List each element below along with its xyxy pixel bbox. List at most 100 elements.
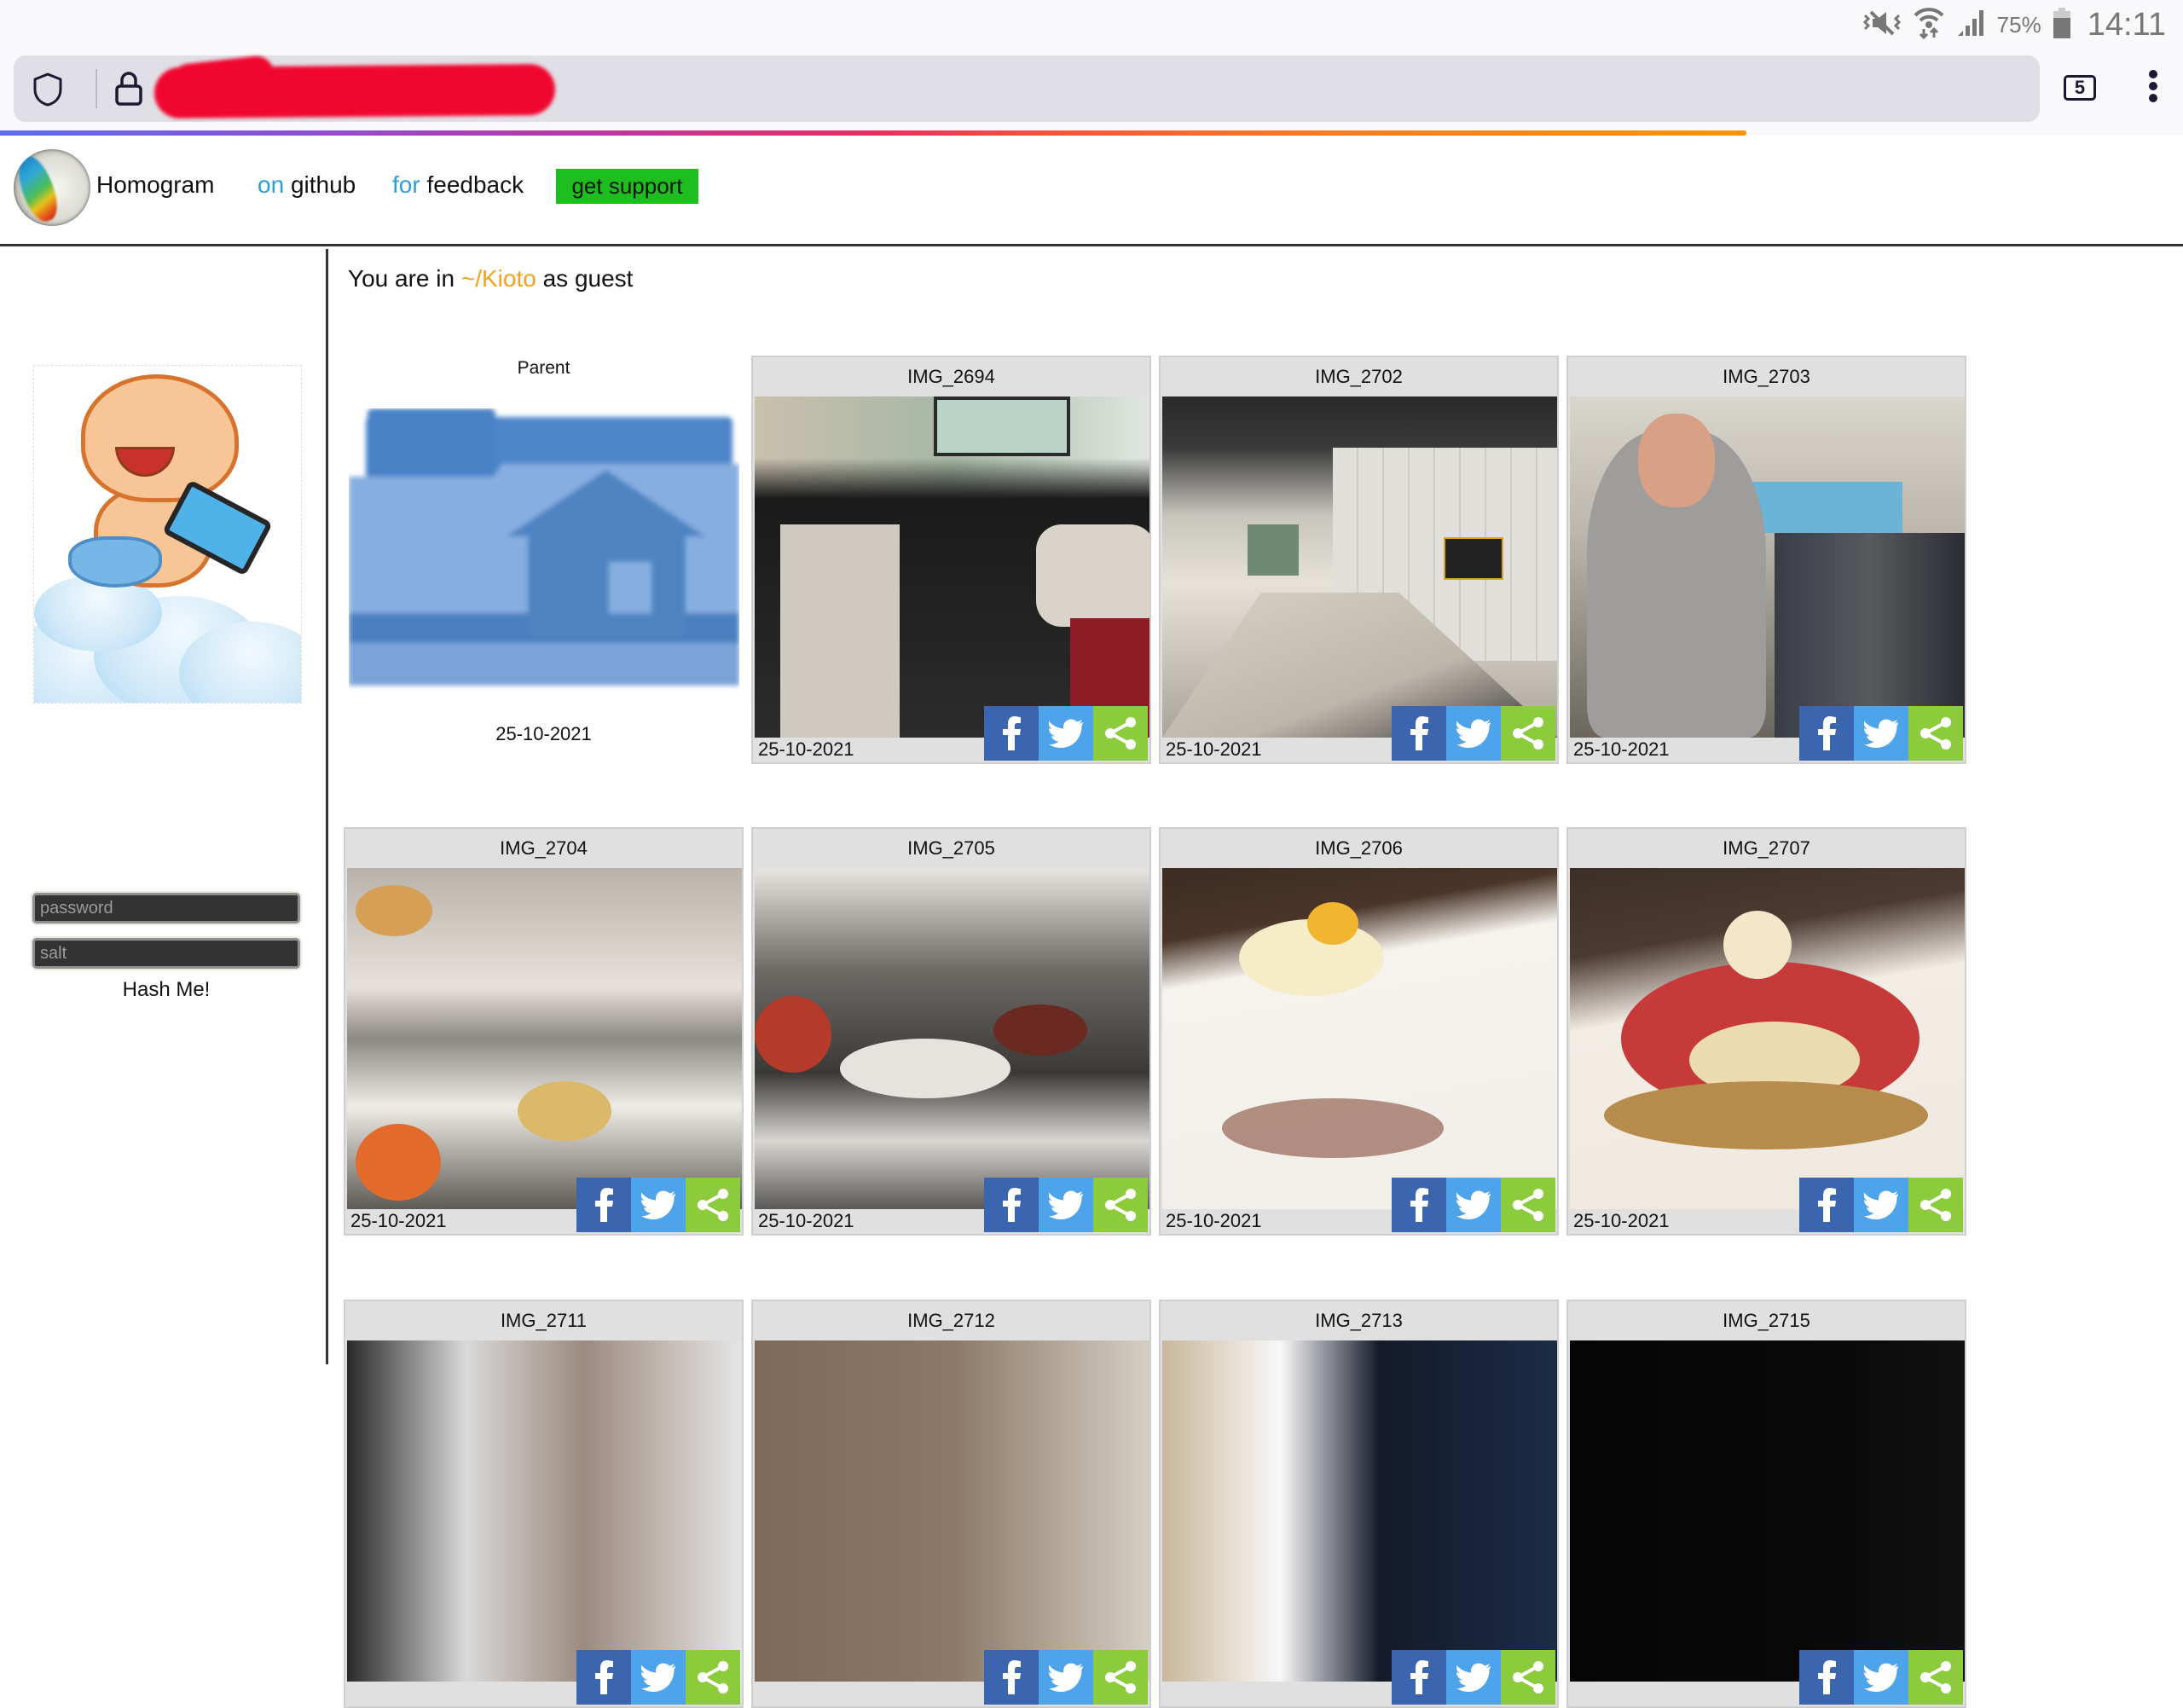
image-thumbnail[interactable] bbox=[755, 397, 1149, 738]
share-icon bbox=[1513, 1661, 1543, 1694]
facebook-share-button[interactable] bbox=[984, 706, 1039, 761]
facebook-share-button[interactable] bbox=[984, 1650, 1039, 1705]
image-tile-img-2712[interactable]: IMG_2712 bbox=[751, 1300, 1151, 1708]
image-tile-img-2713[interactable]: IMG_2713 bbox=[1159, 1300, 1559, 1708]
site-header: Homogram on github for feedback get supp… bbox=[0, 136, 2183, 246]
generic-share-button[interactable] bbox=[686, 1650, 740, 1705]
generic-share-button[interactable] bbox=[1501, 706, 1555, 761]
facebook-share-button[interactable] bbox=[1392, 706, 1446, 761]
image-thumbnail[interactable] bbox=[347, 1340, 742, 1682]
twitter-share-button[interactable] bbox=[1039, 706, 1093, 761]
share-icon bbox=[1513, 717, 1543, 750]
twitter-share-button[interactable] bbox=[1854, 706, 1908, 761]
homogram-logo[interactable] bbox=[14, 149, 90, 226]
generic-share-button[interactable] bbox=[1501, 1650, 1555, 1705]
url-separator bbox=[96, 69, 97, 108]
image-tile-img-2694[interactable]: IMG_2694 25-10-2021 bbox=[751, 356, 1151, 764]
shield-icon[interactable] bbox=[32, 72, 63, 107]
github-link-prefix: on bbox=[258, 171, 285, 198]
facebook-share-button[interactable] bbox=[576, 1650, 631, 1705]
image-tile-img-2705[interactable]: IMG_2705 25-10-2021 bbox=[751, 827, 1151, 1236]
vibrate-off-icon bbox=[1862, 9, 1902, 42]
image-thumbnail[interactable] bbox=[1162, 397, 1557, 738]
lock-icon[interactable] bbox=[114, 71, 143, 107]
feedback-link[interactable]: for feedback bbox=[392, 171, 524, 199]
password-input[interactable] bbox=[32, 893, 300, 923]
facebook-share-button[interactable] bbox=[1799, 1178, 1854, 1232]
facebook-share-button[interactable] bbox=[1799, 1650, 1854, 1705]
facebook-share-button[interactable] bbox=[576, 1178, 631, 1232]
generic-share-button[interactable] bbox=[1501, 1178, 1555, 1232]
generic-share-button[interactable] bbox=[686, 1178, 740, 1232]
salt-input[interactable] bbox=[32, 938, 300, 969]
generic-share-button[interactable] bbox=[1908, 1178, 1963, 1232]
tab-count-button[interactable]: 5 bbox=[2064, 75, 2096, 101]
home-folder-icon[interactable] bbox=[349, 408, 739, 709]
twitter-icon bbox=[1456, 1190, 1491, 1219]
facebook-share-button[interactable] bbox=[1799, 706, 1854, 761]
share-icon bbox=[1920, 717, 1951, 750]
image-thumbnail[interactable] bbox=[347, 868, 742, 1209]
image-thumbnail[interactable] bbox=[1162, 1340, 1557, 1682]
facebook-share-button[interactable] bbox=[984, 1178, 1039, 1232]
redacted-url[interactable] bbox=[154, 63, 555, 119]
hash-me-button[interactable]: Hash Me! bbox=[32, 978, 300, 1002]
generic-share-button[interactable] bbox=[1093, 706, 1148, 761]
image-title: IMG_2705 bbox=[907, 837, 995, 859]
image-date: 25-10-2021 bbox=[1573, 1210, 1670, 1231]
twitter-share-button[interactable] bbox=[1039, 1650, 1093, 1705]
twitter-icon bbox=[1049, 1663, 1083, 1692]
image-date: 25-10-2021 bbox=[1573, 738, 1670, 760]
image-thumbnail[interactable] bbox=[1570, 868, 1965, 1209]
url-bar[interactable] bbox=[14, 55, 2040, 122]
image-tile-img-2706[interactable]: IMG_2706 25-10-2021 bbox=[1159, 827, 1559, 1236]
twitter-share-button[interactable] bbox=[1854, 1178, 1908, 1232]
facebook-icon bbox=[1410, 716, 1428, 750]
wifi-data-icon bbox=[1914, 7, 1944, 43]
image-tile-img-2707[interactable]: IMG_2707 25-10-2021 bbox=[1566, 827, 1966, 1236]
image-tile-img-2715[interactable]: IMG_2715 bbox=[1566, 1300, 1966, 1708]
image-tile-img-2711[interactable]: IMG_2711 bbox=[344, 1300, 744, 1708]
image-thumbnail[interactable] bbox=[1570, 397, 1965, 738]
image-date: 25-10-2021 bbox=[758, 1210, 854, 1231]
image-date: 25-10-2021 bbox=[758, 738, 854, 760]
location-breadcrumb: You are in ~/Kioto as guest bbox=[348, 265, 633, 292]
image-tile-img-2703[interactable]: IMG_2703 25-10-2021 bbox=[1566, 356, 1966, 764]
parent-folder-tile[interactable]: Parent 25-10-2021 bbox=[344, 356, 744, 764]
kebab-menu-icon[interactable] bbox=[2140, 67, 2166, 110]
get-support-button[interactable]: get support bbox=[556, 169, 698, 204]
facebook-share-button[interactable] bbox=[1392, 1178, 1446, 1232]
generic-share-button[interactable] bbox=[1908, 706, 1963, 761]
image-tile-img-2702[interactable]: IMG_2702 25-10-2021 bbox=[1159, 356, 1559, 764]
share-icon bbox=[1513, 1189, 1543, 1221]
image-title: IMG_2703 bbox=[1723, 366, 1810, 387]
twitter-share-button[interactable] bbox=[1446, 706, 1501, 761]
image-thumbnail[interactable] bbox=[1570, 1340, 1965, 1682]
twitter-share-button[interactable] bbox=[1446, 1650, 1501, 1705]
share-buttons bbox=[1799, 706, 1963, 761]
image-thumbnail[interactable] bbox=[1162, 868, 1557, 1209]
facebook-share-button[interactable] bbox=[1392, 1650, 1446, 1705]
generic-share-button[interactable] bbox=[1093, 1178, 1148, 1232]
image-thumbnail[interactable] bbox=[755, 868, 1149, 1209]
generic-share-button[interactable] bbox=[1093, 1650, 1148, 1705]
twitter-share-button[interactable] bbox=[1446, 1178, 1501, 1232]
feedback-link-prefix: for bbox=[392, 171, 420, 198]
brand-name[interactable]: Homogram bbox=[96, 171, 214, 199]
generic-share-button[interactable] bbox=[1908, 1650, 1963, 1705]
facebook-icon bbox=[1003, 716, 1021, 750]
image-tile-img-2704[interactable]: IMG_2704 25-10-2021 bbox=[344, 827, 744, 1236]
location-path-link[interactable]: ~/Kioto bbox=[461, 265, 536, 292]
share-buttons bbox=[576, 1178, 740, 1232]
twitter-icon bbox=[641, 1663, 675, 1692]
twitter-share-button[interactable] bbox=[631, 1650, 686, 1705]
image-thumbnail[interactable] bbox=[755, 1340, 1149, 1682]
twitter-share-button[interactable] bbox=[631, 1178, 686, 1232]
github-link[interactable]: on github bbox=[258, 171, 356, 199]
parent-folder-date: 25-10-2021 bbox=[495, 723, 592, 744]
share-icon bbox=[698, 1189, 728, 1221]
twitter-share-button[interactable] bbox=[1039, 1178, 1093, 1232]
facebook-icon bbox=[1818, 1660, 1836, 1694]
twitter-share-button[interactable] bbox=[1854, 1650, 1908, 1705]
github-link-label: github bbox=[290, 171, 356, 198]
